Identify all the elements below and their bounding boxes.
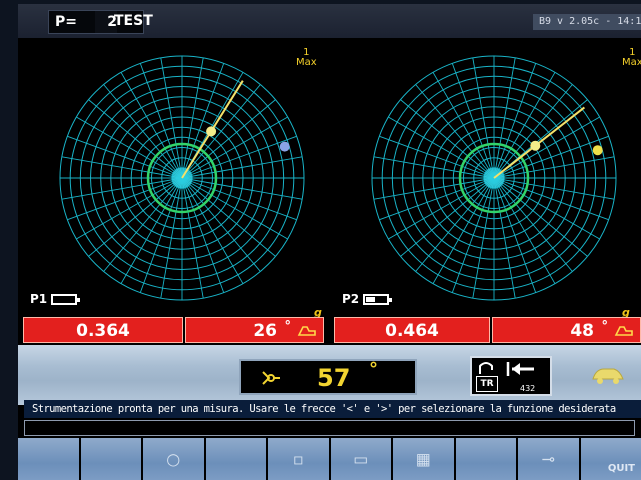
version-label: B9 v 2.05c - 14:18 <box>533 14 641 30</box>
function-key-5[interactable]: ▫ <box>268 438 329 480</box>
program-name: TEST <box>114 13 153 29</box>
left-measure-point <box>206 126 217 137</box>
polar-plot-left <box>54 50 310 306</box>
max-indicator-right: 1 Max <box>622 48 641 68</box>
probe-p1-value: 0.364 <box>76 321 130 341</box>
probe-p2-angle-unit: ° <box>601 319 609 334</box>
function-key-3[interactable]: ○ <box>143 438 204 480</box>
battery-half-icon <box>363 293 393 305</box>
polar-plot-right <box>366 50 622 306</box>
polar-grid-right <box>371 55 617 301</box>
steering-readout: 57 ° <box>239 359 417 395</box>
tr-indicator[interactable]: TR 432 <box>470 356 552 396</box>
probe-p1-value-field: 0.364 <box>23 317 183 343</box>
function-key-2[interactable] <box>80 438 141 480</box>
left-max-point <box>279 141 290 152</box>
car-icon[interactable] <box>590 361 626 389</box>
function-key-7[interactable]: ▦ <box>393 438 454 480</box>
probe-p1-angle: 26 <box>253 321 277 341</box>
function-key-9[interactable]: ⊸ <box>518 438 579 480</box>
grid-icon: ▦ <box>415 449 431 469</box>
polar-grid-left <box>59 55 305 301</box>
max-indicator-left: 1 Max <box>296 48 317 68</box>
function-key-6[interactable]: ▭ <box>330 438 391 480</box>
probe-p2-value-field: 0.464 <box>334 317 490 343</box>
right-measure-point <box>530 140 541 151</box>
probe-p2-value: 0.464 <box>385 321 439 341</box>
max-label-left: Max <box>296 57 317 68</box>
book-icon: ▭ <box>353 449 369 469</box>
steering-unit: ° <box>369 359 378 380</box>
probe-p1-angle-unit: ° <box>284 319 292 334</box>
max-label-right: Max <box>622 57 641 68</box>
steering-angle-icon <box>262 371 280 385</box>
function-key-8[interactable] <box>455 438 516 480</box>
function-key-1[interactable] <box>18 438 79 480</box>
function-key-label: QUIT <box>607 463 635 474</box>
right-max-point <box>592 145 603 156</box>
probe-p1: P1 <box>30 292 81 306</box>
pedal-icon <box>614 326 633 336</box>
key-icon: ⊸ <box>541 449 555 469</box>
function-key-4[interactable] <box>205 438 266 480</box>
probe-p2-label: P2 <box>342 292 360 306</box>
doc-icon: ▫ <box>292 449 304 469</box>
probe-p2-angle-field: 48 ° <box>492 317 641 343</box>
steering-value: 57 <box>317 364 351 392</box>
function-key-10[interactable]: QUIT <box>580 438 641 480</box>
probe-p2: P2 <box>342 292 393 306</box>
program-label: P= <box>55 14 77 30</box>
tr-label: TR <box>476 376 498 392</box>
probe-p1-label: P1 <box>30 292 48 306</box>
tr-code: 432 <box>520 384 536 393</box>
probe-p1-angle-field: 26 ° <box>185 317 324 343</box>
circle-icon: ○ <box>166 449 181 469</box>
instrument-screen: P= 2 TEST B9 v 2.05c - 14:18 1 Max 1 Max… <box>18 4 641 480</box>
pedal-icon <box>297 326 316 336</box>
function-key-bar: ○ ▫ ▭ ▦ ⊸ QUIT <box>18 438 641 480</box>
battery-empty-icon <box>51 293 81 305</box>
title-bar: P= 2 TEST B9 v 2.05c - 14:18 <box>18 4 641 38</box>
command-input[interactable] <box>24 420 635 436</box>
status-message: Strumentazione pronta per una misura. Us… <box>24 400 641 418</box>
probe-p2-angle: 48 <box>570 321 594 341</box>
